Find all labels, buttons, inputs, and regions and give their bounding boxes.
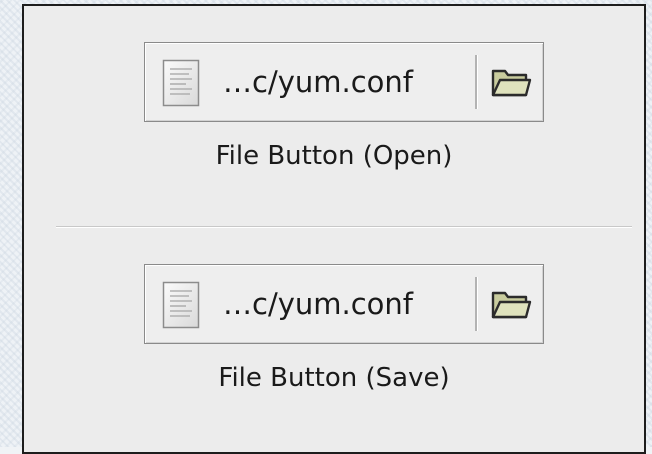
file-button-save-label: File Button (Save) (218, 363, 450, 393)
button-separator (475, 55, 477, 109)
folder-icon (491, 291, 532, 319)
file-chooser-button-save[interactable]: …c/yum.conf (144, 264, 544, 344)
file-button-open-label: File Button (Open) (215, 141, 453, 171)
button-separator (475, 277, 477, 331)
folder-icon (491, 69, 532, 97)
text-document-icon (162, 59, 200, 107)
selected-file-name: …c/yum.conf (223, 65, 414, 99)
horizontal-separator (56, 226, 632, 227)
file-chooser-button-open[interactable]: …c/yum.conf (144, 42, 544, 122)
demo-panel: …c/yum.conf File Button (Open) …c/yum.co… (22, 4, 646, 454)
selected-file-name: …c/yum.conf (223, 287, 414, 321)
text-document-icon (162, 281, 200, 329)
